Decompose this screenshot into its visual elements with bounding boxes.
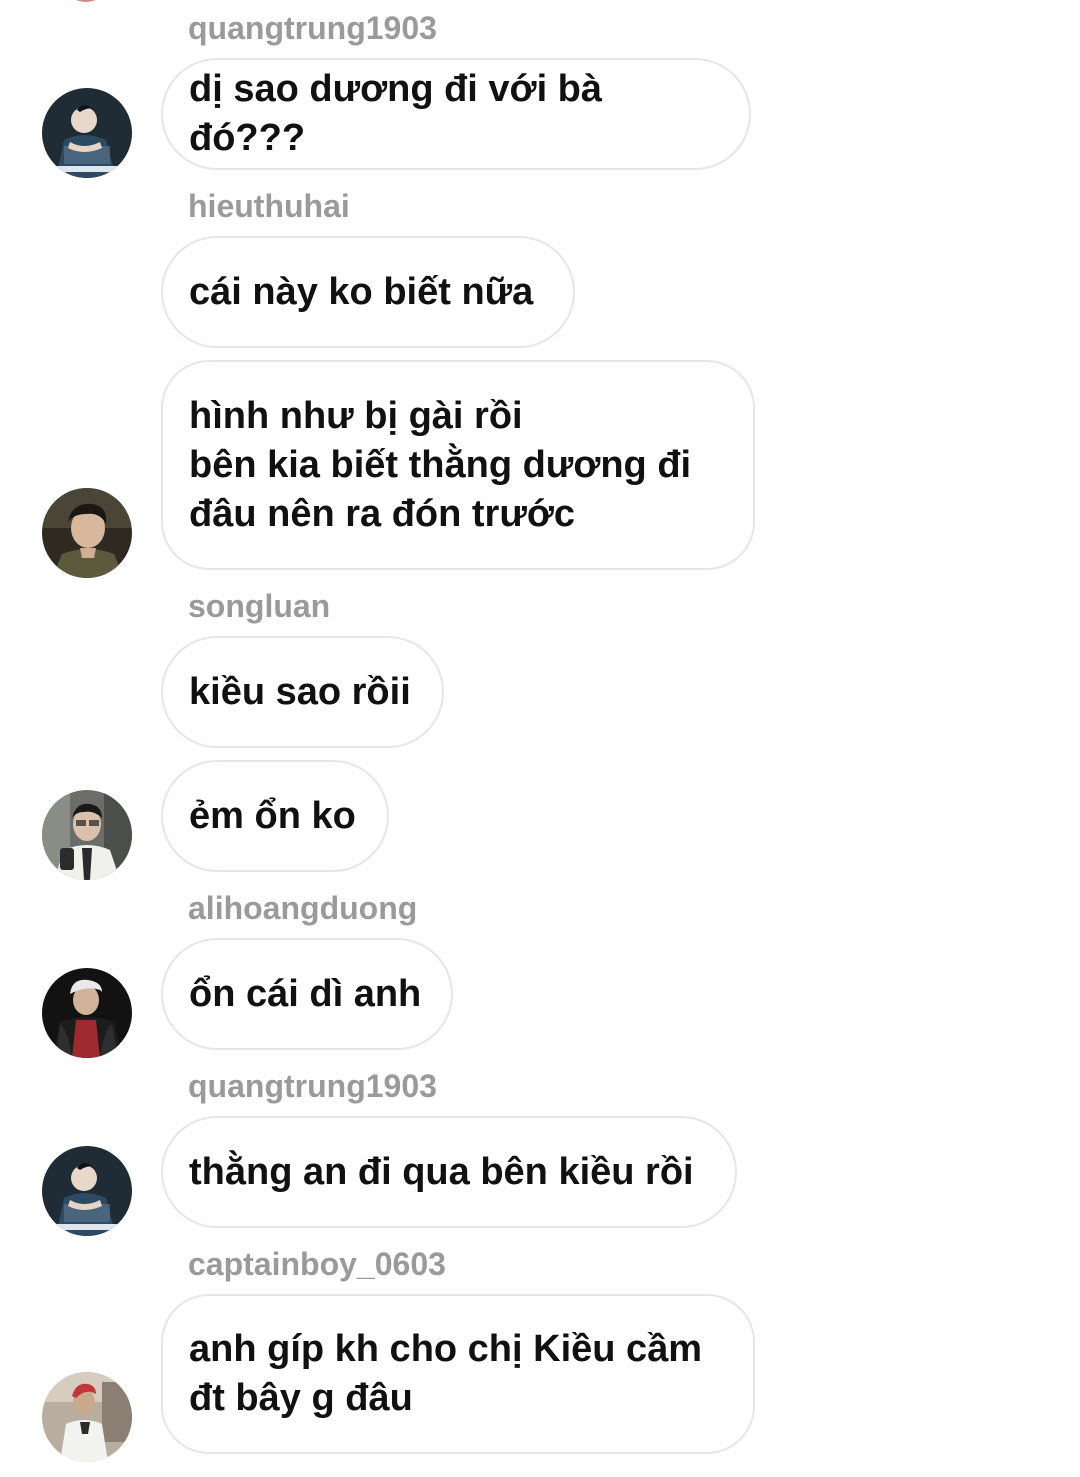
message-bubble[interactable]: ẻm ổn ko — [161, 760, 389, 872]
message-text: ẻm ổn ko — [189, 794, 356, 837]
avatar[interactable] — [42, 968, 132, 1058]
message-text: dị sao dương đi với bà đó??? — [189, 68, 603, 159]
profile-photo-icon — [42, 968, 132, 1058]
sender-name: quangtrung1903 — [188, 10, 437, 46]
profile-photo-icon — [42, 1146, 132, 1236]
avatar[interactable] — [42, 790, 132, 880]
message-bubble[interactable]: cái này ko biết nữa — [161, 236, 575, 348]
message-text: anh gíp kh cho chị Kiều cầm đt bây g đâu — [189, 1328, 703, 1419]
sender-name: songluan — [188, 588, 331, 624]
message-bubble[interactable]: thằng an đi qua bên kiều rồi — [161, 1116, 737, 1228]
profile-photo-icon — [42, 488, 132, 578]
sender-name: alihoangduong — [188, 890, 418, 926]
message-text: cái này ko biết nữa — [189, 270, 534, 313]
avatar[interactable] — [66, 0, 106, 2]
message-bubble[interactable]: anh gíp kh cho chị Kiều cầm đt bây g đâu — [161, 1294, 755, 1454]
message-text: hình như bị gài rồi bên kia biết thằng d… — [189, 394, 692, 535]
sender-name: quangtrung1903 — [188, 1068, 437, 1104]
profile-photo-icon — [42, 88, 132, 178]
message-bubble[interactable]: hình như bị gài rồi bên kia biết thằng d… — [161, 360, 755, 570]
message-bubble[interactable]: kiều sao rồii — [161, 636, 444, 748]
message-text: ổn cái dì anh — [189, 972, 422, 1015]
avatar[interactable] — [42, 1146, 132, 1236]
profile-photo-icon — [42, 1372, 132, 1462]
sender-name: captainboy_0603 — [188, 1246, 446, 1282]
message-bubble[interactable]: ổn cái dì anh — [161, 938, 453, 1050]
avatar[interactable] — [42, 88, 132, 178]
avatar[interactable] — [42, 488, 132, 578]
message-text: kiều sao rồii — [189, 670, 411, 713]
message-thread: quangtrung1903 dị sao dương đi với bà đó… — [0, 0, 1080, 1477]
profile-photo-icon — [42, 790, 132, 880]
avatar[interactable] — [42, 1372, 132, 1462]
message-bubble[interactable]: dị sao dương đi với bà đó??? — [161, 58, 751, 170]
message-text: thằng an đi qua bên kiều rồi — [189, 1150, 694, 1193]
sender-name: hieuthuhai — [188, 188, 350, 224]
